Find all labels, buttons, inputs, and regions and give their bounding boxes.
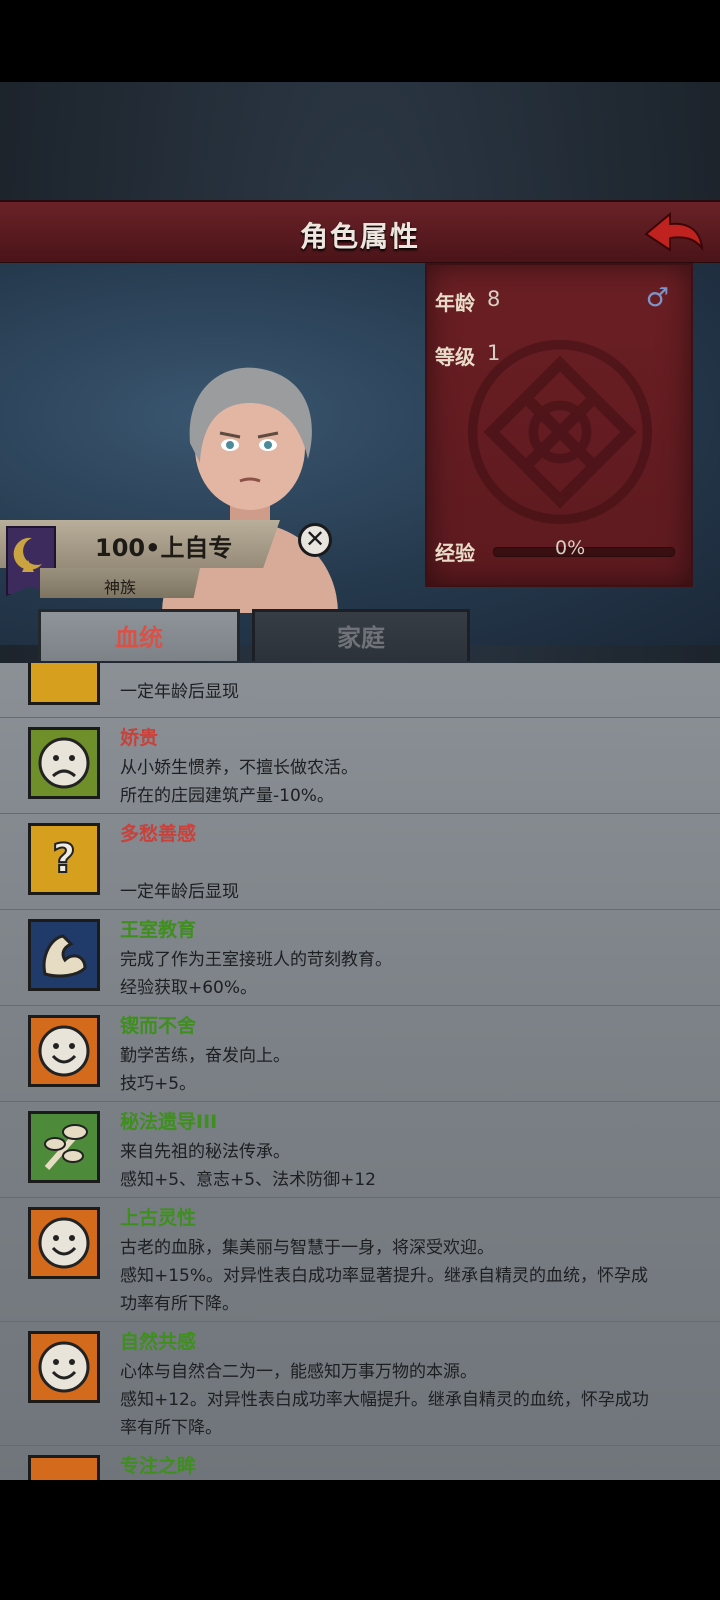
trait-effect: 所在的庄园建筑产量-10%。: [120, 786, 334, 806]
trait-description: 完成了作为王室接班人的苛刻教育。: [120, 950, 392, 970]
trait-name: 娇贵: [120, 727, 159, 749]
exp-value: 0%: [555, 537, 586, 559]
trait-effect: 经验获取+60%。: [120, 978, 258, 998]
back-button[interactable]: [640, 208, 706, 256]
trait-name: 上古灵性: [120, 1207, 197, 1229]
trait-name: 锲而不舍: [120, 1015, 197, 1037]
flexed-arm-icon: [28, 919, 100, 991]
trait-effect: 感知+5、意志+5、法术防御+12: [120, 1170, 376, 1190]
question-mark-icon: ?: [28, 823, 100, 895]
male-symbol-icon: ♂: [645, 283, 669, 313]
trait-list[interactable]: 一定年龄后显现 娇贵 从小娇生惯养，不擅长做农活。 所在的庄园建筑产量-10%。…: [0, 663, 720, 1480]
list-item: 娇贵 从小娇生惯养，不擅长做农活。 所在的庄园建筑产量-10%。: [0, 717, 720, 814]
trait-effect: 技巧+5。: [120, 1074, 197, 1094]
trait-description: 一定年龄后显现: [120, 882, 239, 902]
list-item: 自然共感 心体与自然合二为一，能感知万事万物的本源。 感知+12。对异性表白成功…: [0, 1321, 720, 1446]
smiley-face-icon: [28, 1015, 100, 1087]
age-value: 8: [487, 287, 501, 311]
close-icon[interactable]: ✕: [298, 523, 332, 557]
tab-bloodline[interactable]: 血统: [38, 609, 240, 661]
list-item: ? 多愁善感 一定年龄后显现: [0, 813, 720, 910]
back-arrow-icon: [644, 211, 704, 252]
tab-family[interactable]: 家庭: [252, 609, 470, 661]
trait-description: 心体与自然合二为一，能感知万事万物的本源。: [120, 1362, 477, 1382]
system-nav-area: [0, 1480, 720, 1600]
list-item: 一定年龄后显现: [0, 663, 720, 718]
trait-name: 多愁善感: [120, 823, 197, 845]
trait-description: 勤学苦练，奋发向上。: [120, 1046, 290, 1066]
list-item: 上古灵性 古老的血脉，集美丽与智慧于一身，将深受欢迎。 感知+15%。对异性表白…: [0, 1197, 720, 1322]
list-item: 专注之眸: [0, 1445, 720, 1480]
celtic-knot-emblem: [467, 339, 653, 525]
trait-effect-continued: 率有所下降。: [120, 1418, 222, 1438]
trait-effect: 感知+15%。对异性表白成功率显著提升。继承自精灵的血统，怀孕成: [120, 1266, 649, 1286]
question-mark-icon: [28, 663, 100, 705]
sad-face-icon: [28, 727, 100, 799]
svg-text:?: ?: [52, 836, 75, 882]
character-name: 100•上自专: [95, 534, 233, 562]
list-item: 秘法遗导III 来自先祖的秘法传承。 感知+5、意志+5、法术防御+12: [0, 1101, 720, 1198]
trait-description: 来自先祖的秘法传承。: [120, 1142, 290, 1162]
trait-description: 一定年龄后显现: [120, 682, 239, 702]
trait-name: 秘法遗导III: [120, 1111, 218, 1133]
trait-name: 自然共感: [120, 1331, 197, 1353]
list-item: 锲而不舍 勤学苦练，奋发向上。 技巧+5。: [0, 1005, 720, 1102]
trait-description: 古老的血脉，集美丽与智慧于一身，将深受欢迎。: [120, 1238, 494, 1258]
smiley-face-icon: [28, 1331, 100, 1403]
smiley-face-icon: [28, 1455, 100, 1480]
exp-label: 经验: [435, 541, 475, 565]
stats-card: 年龄 8 ♂ 等级 1 经验 0%: [425, 263, 693, 587]
header-bar: 角色属性: [0, 200, 720, 265]
list-item: 王室教育 完成了作为王室接班人的苛刻教育。 经验获取+60%。: [0, 909, 720, 1006]
trait-name: 王室教育: [120, 919, 197, 941]
character-race: 神族: [104, 578, 137, 597]
leaf-branch-icon: [28, 1111, 100, 1183]
trait-effect: 感知+12。对异性表白成功率大幅提升。继承自精灵的血统，怀孕成功: [120, 1390, 649, 1410]
page-title: 角色属性: [299, 220, 420, 253]
trait-description: 从小娇生惯养，不擅长做农活。: [120, 758, 358, 778]
smiley-face-icon: [28, 1207, 100, 1279]
trait-name: 专注之眸: [120, 1455, 197, 1477]
age-label: 年龄: [435, 291, 475, 315]
trait-effect-continued: 功率有所下降。: [120, 1294, 239, 1314]
